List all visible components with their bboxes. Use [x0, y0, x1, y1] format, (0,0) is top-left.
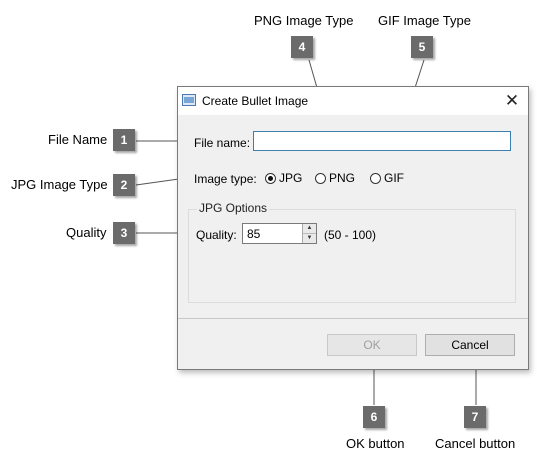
callout-label-jpg-type: JPG Image Type	[11, 177, 108, 192]
callout-badge-1: 1	[113, 129, 135, 151]
callout-label-quality: Quality	[66, 225, 107, 240]
radio-jpg[interactable]: JPG	[265, 171, 302, 185]
file-name-label: File name:	[194, 136, 251, 150]
spin-up-icon[interactable]: ▲	[303, 224, 316, 234]
radio-jpg-label: JPG	[279, 171, 303, 185]
quality-spinner[interactable]: 85 ▲ ▼	[242, 223, 317, 244]
callout-label-png-type: PNG Image Type	[254, 13, 354, 28]
jpg-options-title: JPG Options	[197, 201, 270, 215]
dialog-title: Create Bullet Image	[202, 94, 309, 108]
callout-label-ok: OK button	[346, 436, 405, 451]
button-separator	[178, 318, 528, 319]
radio-png[interactable]: PNG	[315, 171, 355, 185]
callout-badge-2: 2	[113, 174, 135, 196]
image-type-label: Image type:	[194, 172, 257, 186]
radio-gif[interactable]: GIF	[370, 171, 404, 185]
callout-label-file-name: File Name	[48, 132, 108, 147]
create-bullet-image-dialog: Create Bullet Image ✕ File name: Image t…	[177, 86, 529, 370]
quality-value[interactable]: 85	[247, 227, 260, 241]
app-icon	[182, 94, 196, 106]
radio-gif-dot[interactable]	[370, 172, 381, 184]
callout-label-cancel: Cancel button	[435, 436, 516, 451]
title-bar[interactable]: Create Bullet Image ✕	[178, 87, 528, 115]
callout-badge-3: 3	[113, 222, 135, 244]
radio-jpg-dot[interactable]	[265, 172, 276, 184]
radio-png-dot[interactable]	[315, 172, 326, 184]
radio-png-label: PNG	[329, 171, 356, 185]
radio-gif-label: GIF	[384, 171, 404, 185]
quality-spinner-buttons: ▲ ▼	[302, 224, 316, 243]
close-icon[interactable]: ✕	[502, 91, 522, 111]
jpg-options-group	[188, 209, 516, 303]
quality-label: Quality:	[196, 228, 237, 242]
cancel-button[interactable]: Cancel	[425, 334, 515, 356]
callout-label-gif-type: GIF Image Type	[378, 13, 471, 28]
spin-down-icon[interactable]: ▼	[303, 234, 316, 243]
callout-badge-5: 5	[411, 36, 433, 58]
file-name-input[interactable]	[253, 131, 511, 151]
callout-badge-4: 4	[291, 36, 313, 58]
quality-range-hint: (50 - 100)	[324, 228, 377, 242]
callout-badge-7: 7	[464, 406, 486, 428]
callout-badge-6: 6	[363, 406, 385, 428]
ok-button[interactable]: OK	[327, 334, 417, 356]
